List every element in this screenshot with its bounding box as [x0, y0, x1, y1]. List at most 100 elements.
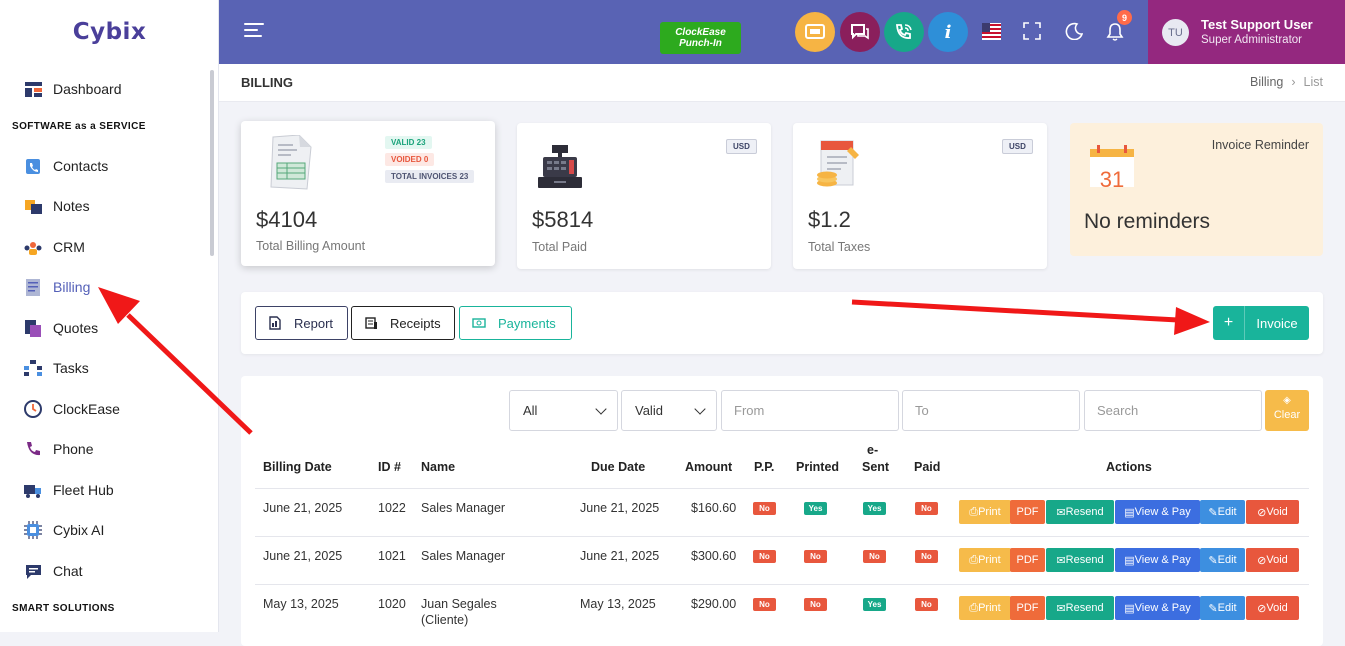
sidebar-item-phone[interactable]: Phone [24, 437, 93, 461]
print-button[interactable]: ⎙ Print [959, 500, 1011, 524]
sidebar-item-label: Phone [53, 441, 94, 457]
dark-mode-moon-icon[interactable] [1065, 22, 1085, 42]
row-divider [255, 584, 1309, 585]
header-amount[interactable]: Amount [685, 460, 732, 474]
add-invoice-button[interactable]: + Invoice [1213, 306, 1309, 340]
info-icon: i [944, 21, 952, 43]
billing-date-cell: June 21, 2025 [263, 549, 343, 563]
type-filter-select[interactable]: All [509, 390, 618, 431]
header-paid[interactable]: Paid [914, 460, 940, 474]
section-heading-smart: SMART SOLUTIONS [12, 603, 115, 614]
pdf-button[interactable]: PDF [1010, 548, 1045, 572]
header-due-date[interactable]: Due Date [591, 460, 645, 474]
breadcrumb-list: List [1303, 75, 1323, 89]
pp-status-badge: No [753, 550, 776, 563]
header-billing-date[interactable]: Billing Date [263, 460, 332, 474]
sidebar-item-label: Tasks [53, 360, 89, 376]
edit-button[interactable]: ✎ Edit [1200, 596, 1245, 620]
info-icon-button[interactable]: i [928, 12, 968, 52]
header-pp[interactable]: P.P. [754, 460, 774, 474]
print-button[interactable]: ⎙ Print [959, 596, 1011, 620]
resend-button[interactable]: ✉ Resend [1046, 548, 1114, 572]
menu-toggle-icon[interactable] [244, 23, 264, 39]
from-date-input[interactable]: From [721, 390, 899, 431]
app-logo[interactable]: Cybix [0, 0, 219, 64]
search-input[interactable]: Search [1084, 390, 1262, 431]
billing-date-cell: May 13, 2025 [263, 597, 339, 611]
sidebar-item-clockease[interactable]: ClockEase [24, 397, 120, 421]
currency-badge: USD [726, 139, 757, 154]
clockease-punch-in-button[interactable]: ClockEase Punch-In [660, 22, 741, 54]
sidebar-item-label: CRM [53, 239, 85, 255]
view-pay-button[interactable]: ▤ View & Pay [1115, 596, 1200, 620]
phone-icon [24, 440, 42, 458]
edit-icon: ✎ [1208, 506, 1218, 519]
view-pay-button[interactable]: ▤ View & Pay [1115, 548, 1200, 572]
edit-icon: ✎ [1208, 602, 1218, 615]
sidebar-item-label: Fleet Hub [53, 482, 114, 498]
pdf-button[interactable]: PDF [1010, 500, 1045, 524]
sidebar-item-quotes[interactable]: Quotes [24, 316, 98, 340]
resend-button[interactable]: ✉ Resend [1046, 596, 1114, 620]
breadcrumb: Billing › List [1250, 75, 1323, 89]
sidebar-item-notes[interactable]: Notes [24, 194, 90, 218]
view_pay-icon: ▤ [1124, 554, 1135, 567]
messages-icon-button[interactable] [840, 12, 880, 52]
header-id[interactable]: ID # [378, 460, 401, 474]
report-button[interactable]: Report [255, 306, 348, 340]
sidebar-item-tasks[interactable]: Tasks [24, 356, 89, 380]
sidebar-scrollbar[interactable] [210, 70, 214, 256]
header-esent-line2[interactable]: Sent [862, 460, 889, 474]
quotes-icon [24, 319, 42, 337]
call-icon-button[interactable] [884, 12, 924, 52]
edit-button[interactable]: ✎ Edit [1200, 500, 1245, 524]
pdf-button[interactable]: PDF [1010, 596, 1045, 620]
header-esent-line1[interactable]: e- [867, 443, 878, 457]
amount-cell: $300.60 [691, 549, 737, 563]
board-icon-button[interactable] [795, 12, 835, 52]
breadcrumb-billing[interactable]: Billing [1250, 75, 1283, 89]
status-filter-select[interactable]: Valid [621, 390, 717, 431]
clear-filters-button[interactable]: ◈ Clear [1265, 390, 1309, 431]
sidebar-item-label: Chat [53, 563, 83, 579]
printed-status-badge: No [804, 550, 827, 563]
void-icon: ⊘ [1257, 602, 1267, 615]
sidebar-item-cybix-ai[interactable]: Cybix AI [24, 518, 104, 542]
print-button[interactable]: ⎙ Print [959, 548, 1011, 572]
billing-table-card: All Valid From To Search ◈ Clear Billing… [241, 376, 1323, 646]
header-name[interactable]: Name [421, 460, 455, 474]
edit-button[interactable]: ✎ Edit [1200, 548, 1245, 572]
receipts-button[interactable]: Receipts [351, 306, 455, 340]
us-flag-icon[interactable] [982, 23, 1001, 40]
view-pay-button[interactable]: ▤ View & Pay [1115, 500, 1200, 524]
total-taxes-card: USD $1.2 Total Taxes [793, 123, 1047, 269]
sidebar-item-label: ClockEase [53, 401, 120, 417]
to-date-input[interactable]: To [902, 390, 1080, 431]
printed-status-badge: No [804, 598, 827, 611]
notes-icon [24, 197, 42, 215]
sidebar-item-fleet-hub[interactable]: Fleet Hub [24, 478, 114, 502]
sidebar-item-billing[interactable]: Billing [24, 275, 90, 299]
sidebar-item-chat[interactable]: Chat [24, 559, 83, 583]
sidebar-item-contacts[interactable]: Contacts [24, 154, 108, 178]
header-printed[interactable]: Printed [796, 460, 839, 474]
resend-icon: ✉ [1056, 506, 1066, 519]
payments-cash-icon [472, 318, 486, 328]
voided-count-badge: VOIDED 0 [385, 153, 435, 166]
void-button[interactable]: ⊘ Void [1246, 500, 1299, 524]
sidebar-item-dashboard[interactable]: Dashboard [24, 77, 122, 101]
void-button[interactable]: ⊘ Void [1246, 548, 1299, 572]
action-toolbar: Report Receipts Payments + Invoice [241, 292, 1323, 354]
edit-icon: ✎ [1208, 554, 1218, 567]
due-date-cell: June 21, 2025 [580, 501, 660, 515]
notification-bell-icon[interactable] [1106, 22, 1126, 42]
payments-button[interactable]: Payments [459, 306, 572, 340]
void-button[interactable]: ⊘ Void [1246, 596, 1299, 620]
user-menu[interactable]: TU Test Support User Super Administrator [1148, 0, 1345, 64]
cash-register-icon [538, 145, 582, 188]
sidebar-item-label: Contacts [53, 158, 109, 174]
sidebar-item-crm[interactable]: CRM [24, 235, 85, 259]
resend-button[interactable]: ✉ Resend [1046, 500, 1114, 524]
fullscreen-icon[interactable] [1023, 22, 1043, 42]
total-billing-label: Total Billing Amount [256, 239, 366, 253]
